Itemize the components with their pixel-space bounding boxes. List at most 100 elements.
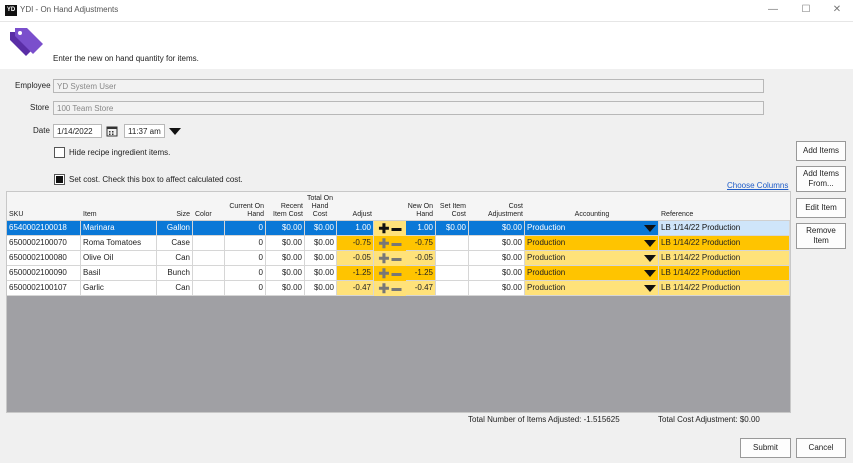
current-on-hand-cell: 0 <box>225 251 266 266</box>
reference-cell[interactable]: LB 1/14/22 Production <box>659 251 790 266</box>
adjust-cell[interactable]: 1.00 <box>337 221 374 236</box>
header-item[interactable]: Item <box>83 192 153 221</box>
header-sku[interactable]: SKU <box>9 192 79 221</box>
adjust-stepper[interactable]: ✚ ▬ <box>374 236 406 251</box>
maximize-icon[interactable]: ☐ <box>797 4 815 15</box>
cost-adjustment-cell: $0.00 <box>469 236 525 251</box>
header-cost-adjustment[interactable]: Cost Adjustment <box>477 192 523 221</box>
calendar-icon[interactable] <box>106 125 118 137</box>
recent-item-cost-cell: $0.00 <box>266 221 305 236</box>
adjust-cell[interactable]: -0.75 <box>337 236 374 251</box>
reference-cell[interactable]: LB 1/14/22 Production <box>659 281 790 296</box>
adjust-cell[interactable]: -0.47 <box>337 281 374 296</box>
minus-icon[interactable]: ▬ <box>391 222 401 236</box>
set-item-cost-cell[interactable]: $0.00 <box>436 221 469 236</box>
sku-cell: 6500002100107 <box>7 281 81 296</box>
table-row[interactable]: 6500002100090 Basil Bunch 0 $0.00 $0.00 -1.25-… <box>7 266 790 281</box>
size-cell: Case <box>157 236 193 251</box>
plus-icon[interactable]: ✚ <box>379 236 390 251</box>
date-field[interactable]: 1/14/2022 <box>53 124 102 138</box>
table-row[interactable]: 6500002100070 Roma Tomatoes Case 0 $0.00 $0.0… <box>7 236 790 251</box>
item-cell: Roma Tomatoes <box>81 236 157 251</box>
minus-icon[interactable]: ▬ <box>391 282 401 296</box>
accounting-cell[interactable]: Production <box>525 281 659 296</box>
new-on-hand-cell[interactable]: -0.05 <box>406 251 436 266</box>
adjust-stepper[interactable]: ✚ ▬ <box>374 281 406 296</box>
store-field[interactable]: 100 Team Store <box>53 101 764 115</box>
color-cell <box>193 251 225 266</box>
table-row[interactable]: 6500002100107 Garlic Can 0 $0.00 $0.00 -0.47 -0… <box>7 281 790 296</box>
new-on-hand-cell[interactable]: 1.00 <box>406 221 436 236</box>
minus-icon[interactable]: ▬ <box>391 237 401 251</box>
adjust-stepper[interactable]: ✚ ▬ <box>374 251 406 266</box>
set-item-cost-cell[interactable] <box>436 266 469 281</box>
time-dropdown-icon[interactable] <box>169 128 181 135</box>
remove-item-button[interactable]: Remove Item <box>796 223 846 249</box>
header-banner: Enter the new on hand quantity for items… <box>0 22 853 69</box>
set-cost-checkbox[interactable] <box>54 174 65 185</box>
minus-icon[interactable]: ▬ <box>391 252 401 266</box>
table-row[interactable]: 6540002100018 Marinara Gallon 0 $0.00 $0.00 1.… <box>7 221 790 236</box>
plus-icon[interactable]: ✚ <box>379 221 390 236</box>
total-on-hand-cost-cell: $0.00 <box>305 236 337 251</box>
plus-icon[interactable]: ✚ <box>379 266 390 281</box>
plus-icon[interactable]: ✚ <box>379 251 390 266</box>
adjust-stepper[interactable]: ✚ ▬ <box>374 266 406 281</box>
new-on-hand-cell[interactable]: -0.75 <box>406 236 436 251</box>
accounting-cell[interactable]: Production <box>525 266 659 281</box>
header-color[interactable]: Color <box>195 192 225 221</box>
time-field[interactable]: 11:37 am <box>124 124 165 138</box>
accounting-cell[interactable]: Production <box>525 221 659 236</box>
set-item-cost-cell[interactable] <box>436 236 469 251</box>
accounting-dropdown-icon[interactable] <box>644 255 656 262</box>
add-items-button[interactable]: Add Items <box>796 141 846 161</box>
accounting-dropdown-icon[interactable] <box>644 270 656 277</box>
set-item-cost-cell[interactable] <box>436 251 469 266</box>
accounting-dropdown-icon[interactable] <box>644 240 656 247</box>
header-new-on-hand[interactable]: New On Hand <box>406 192 433 221</box>
minimize-icon[interactable]: — <box>764 4 782 15</box>
minus-icon[interactable]: ▬ <box>391 267 401 281</box>
table-row[interactable]: 6500002100080 Olive Oil Can 0 $0.00 $0.00 -0.0… <box>7 251 790 266</box>
sku-cell: 6500002100070 <box>7 236 81 251</box>
cancel-button[interactable]: Cancel <box>796 438 846 458</box>
item-cell: Marinara <box>81 221 157 236</box>
color-cell <box>193 221 225 236</box>
reference-cell[interactable]: LB 1/14/22 Production <box>659 236 790 251</box>
employee-label: Employee <box>15 81 51 90</box>
set-cost-label: Set cost. Check this box to affect calcu… <box>69 175 243 184</box>
accounting-dropdown-icon[interactable] <box>644 225 656 232</box>
employee-field[interactable]: YD System User <box>53 79 764 93</box>
header-current-on-hand[interactable]: Current On Hand <box>226 192 264 221</box>
header-recent-item-cost[interactable]: Recent Item Cost <box>266 192 303 221</box>
close-icon[interactable]: ✕ <box>828 4 846 15</box>
adjust-cell[interactable]: -1.25 <box>337 266 374 281</box>
submit-button[interactable]: Submit <box>740 438 791 458</box>
accounting-cell[interactable]: Production <box>525 251 659 266</box>
reference-cell[interactable]: LB 1/14/22 Production <box>659 221 790 236</box>
header-accounting[interactable]: Accounting <box>527 192 657 221</box>
hide-recipe-checkbox[interactable] <box>54 147 65 158</box>
add-items-from-button[interactable]: Add Items From... <box>796 166 846 192</box>
cost-adjustment-cell: $0.00 <box>469 266 525 281</box>
edit-item-button[interactable]: Edit Item <box>796 198 846 218</box>
adjust-cell[interactable]: -0.05 <box>337 251 374 266</box>
accounting-dropdown-icon[interactable] <box>644 285 656 292</box>
header-adjust[interactable]: Adjust <box>337 192 372 221</box>
plus-icon[interactable]: ✚ <box>379 281 390 296</box>
new-on-hand-cell[interactable]: -1.25 <box>406 266 436 281</box>
total-on-hand-cost-cell: $0.00 <box>305 251 337 266</box>
new-on-hand-cell[interactable]: -0.47 <box>406 281 436 296</box>
header-set-item-cost[interactable]: Set Item Cost <box>437 192 466 221</box>
reference-cell[interactable]: LB 1/14/22 Production <box>659 266 790 281</box>
header-total-on-hand-cost[interactable]: Total On Hand Cost <box>305 192 335 221</box>
accounting-cell[interactable]: Production <box>525 236 659 251</box>
window-title: YDI - On Hand Adjustments <box>20 5 119 14</box>
header-reference[interactable]: Reference <box>661 192 761 221</box>
choose-columns-link[interactable]: Choose Columns <box>727 181 788 190</box>
header-size[interactable]: Size <box>157 192 190 221</box>
set-item-cost-cell[interactable] <box>436 281 469 296</box>
adjust-stepper[interactable]: ✚ ▬ <box>374 221 406 236</box>
store-label: Store <box>30 103 50 112</box>
item-cell: Olive Oil <box>81 251 157 266</box>
